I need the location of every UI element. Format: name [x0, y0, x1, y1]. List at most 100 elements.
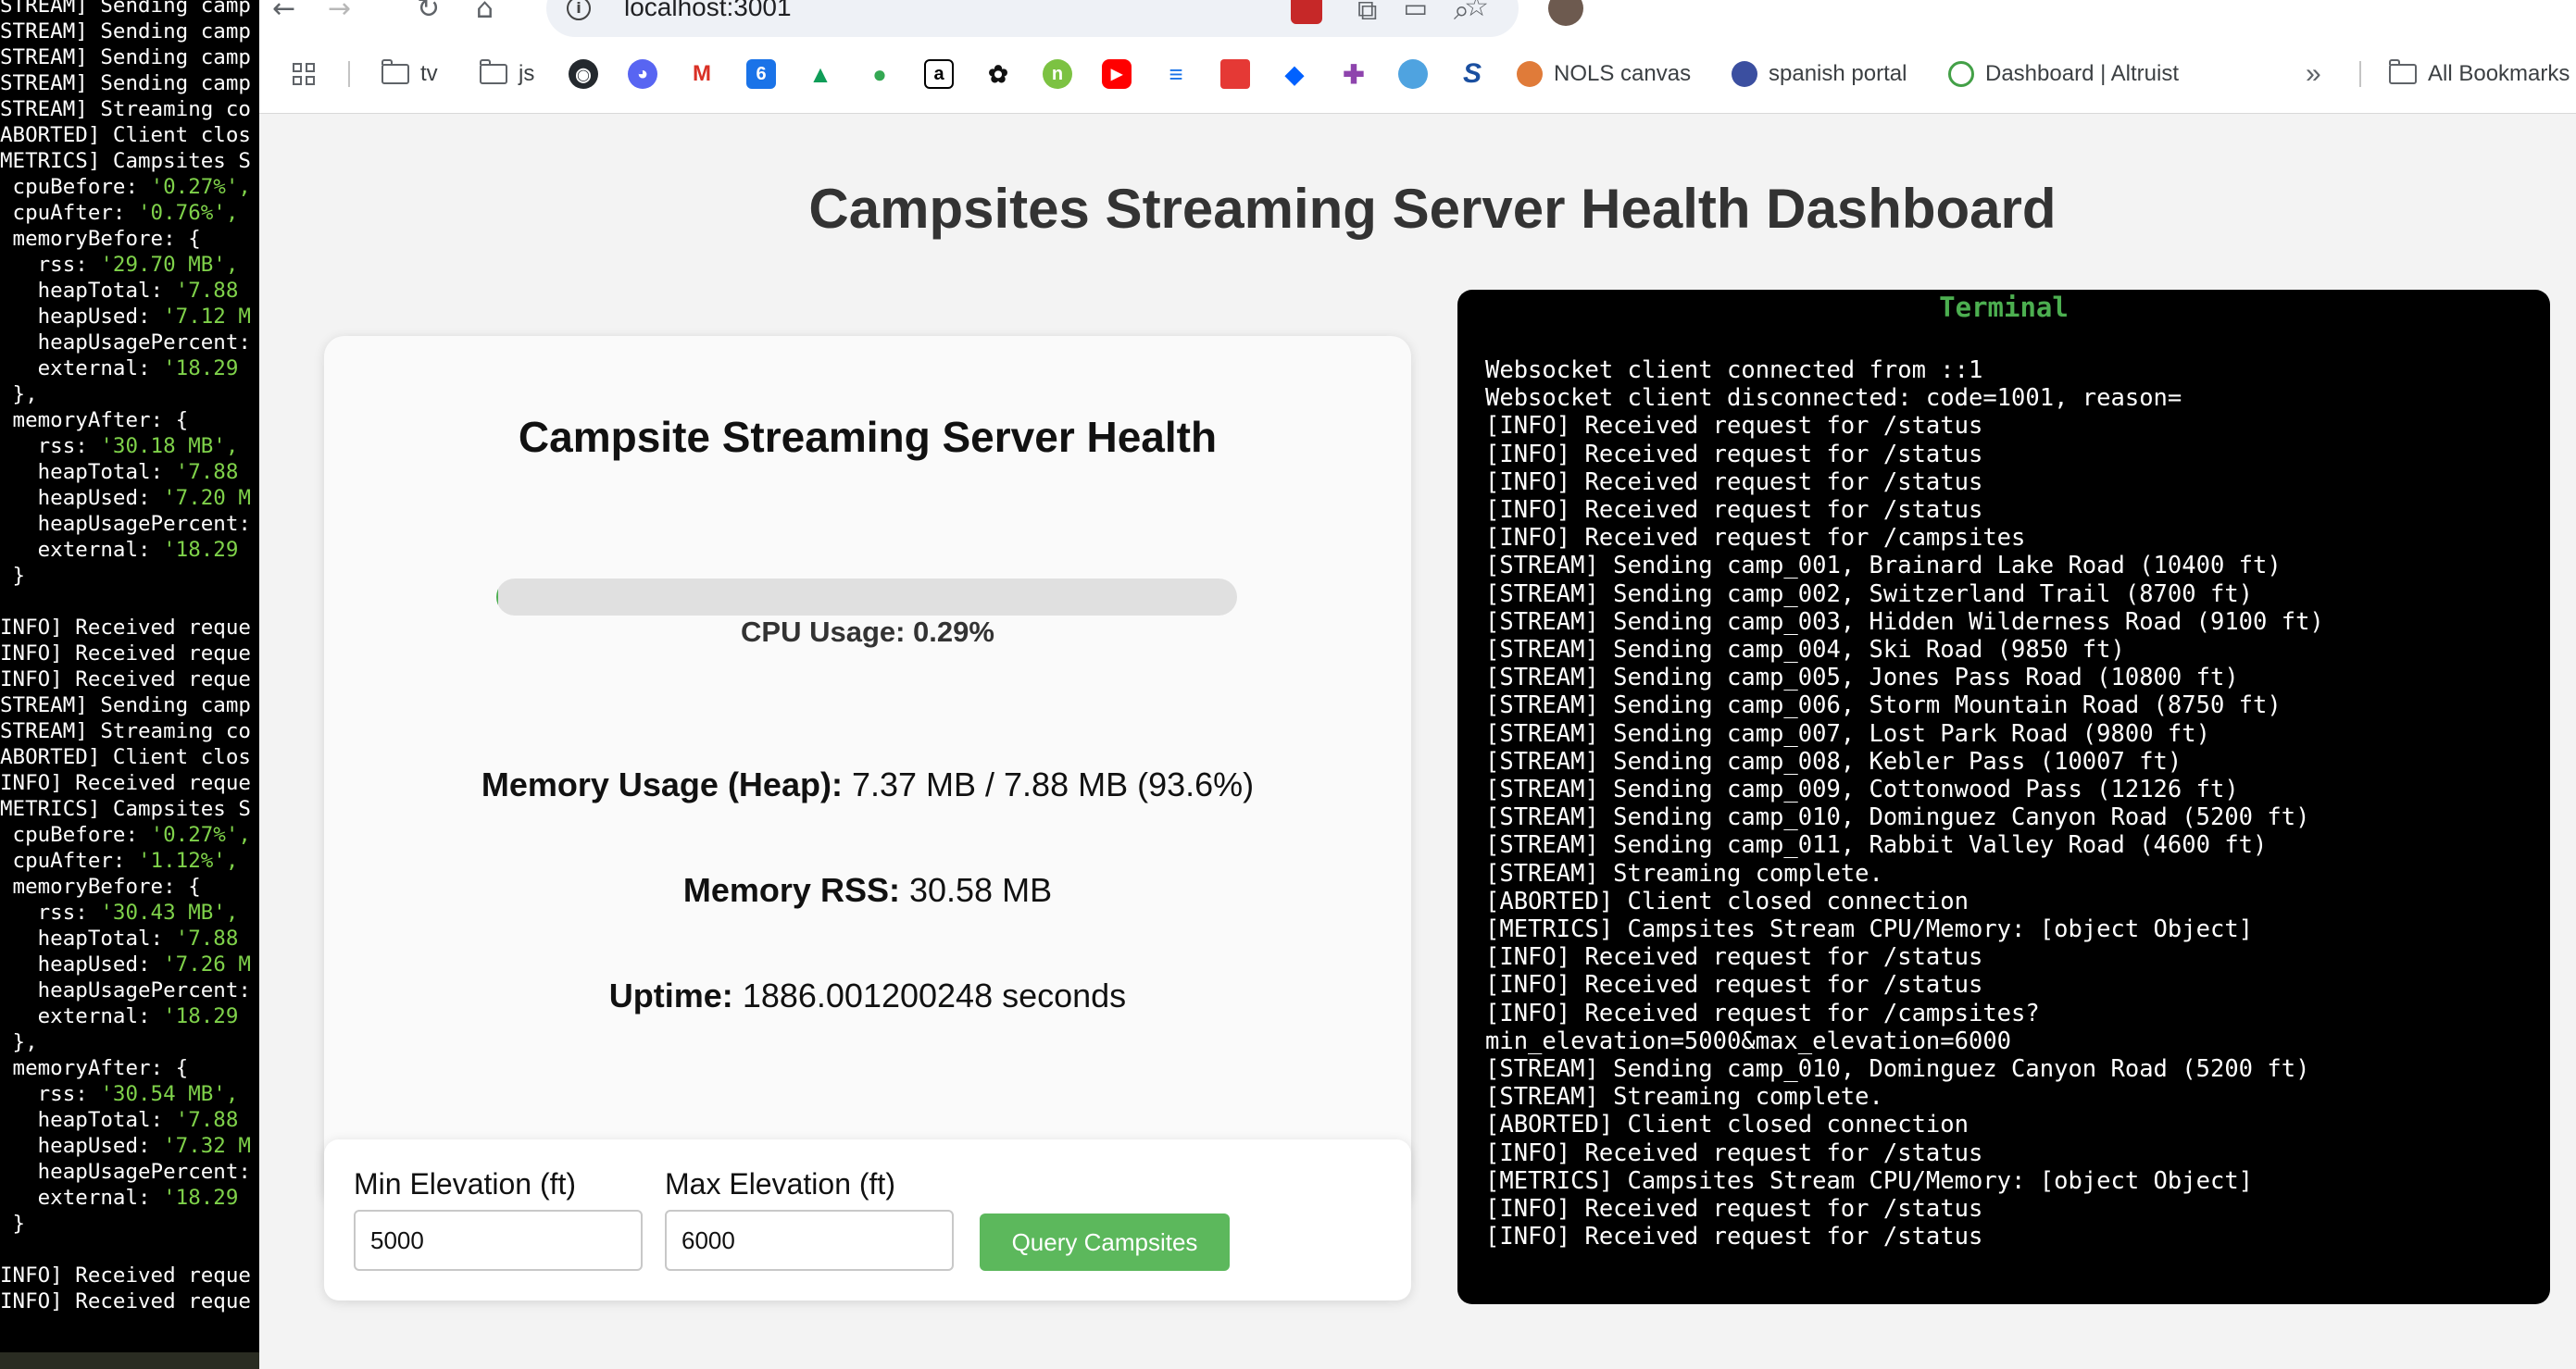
background-terminal-line: STREAM] Sending camp: [0, 71, 251, 95]
bookmark-altruist-dashboard[interactable]: Dashboard | Altruist: [1948, 52, 2179, 96]
background-terminal-line: },: [0, 1030, 38, 1054]
bookmark-label: tv: [420, 61, 438, 86]
background-terminal-line: memoryAfter: {: [0, 1056, 189, 1080]
terminal-line: [INFO] Received request for /status: [1485, 971, 1983, 1000]
terminal-line: [ABORTED] Client closed connection: [1485, 1111, 1969, 1139]
forward-icon[interactable]: →: [328, 0, 351, 25]
terminal-line: [INFO] Received request for /campsites?: [1485, 999, 2040, 1027]
background-terminal-line: cpuAfter: '0.76%',: [0, 201, 239, 225]
terminal-output: Websocket client connected from ::1 Webso…: [1485, 356, 2324, 1251]
background-terminal-line: INFO] Received reque: [0, 1289, 251, 1313]
cpu-usage-progress-fill: [496, 579, 499, 616]
memory-heap-label: Memory Usage (Heap):: [481, 765, 843, 803]
terminal-line: [INFO] Received request for /campsites: [1485, 524, 2026, 553]
background-terminal-line: rss: '29.70 MB',: [0, 253, 239, 277]
cpu-usage-progress-bar: [496, 579, 1237, 616]
background-terminal-line: cpuAfter: '1.12%',: [0, 849, 239, 873]
bookmark-all-bookmarks[interactable]: All Bookmarks: [2388, 52, 2570, 96]
reload-icon[interactable]: ↻: [417, 0, 440, 25]
background-terminal-line: external: '18.29: [0, 356, 239, 380]
background-terminal-string: '18.29: [163, 1186, 239, 1210]
background-terminal-line: heapUsagePercent:: [0, 330, 251, 355]
terminal-line: [STREAM] Sending camp_006, Storm Mountai…: [1485, 691, 2282, 720]
folder-icon: [479, 59, 507, 84]
background-terminal-string: '30.18 MB',: [100, 434, 239, 458]
newsblur-icon[interactable]: n: [1043, 59, 1072, 89]
terminal-line: Websocket client disconnected: code=1001…: [1485, 384, 2182, 413]
apps-grid-icon[interactable]: [293, 52, 315, 96]
background-terminal-line: ABORTED] Client clos: [0, 123, 251, 147]
site-info-icon[interactable]: i: [567, 0, 591, 20]
background-terminal-line: INFO] Received reque: [0, 667, 251, 691]
gmail-icon[interactable]: M: [687, 59, 717, 89]
google-maps-icon[interactable]: ●: [865, 59, 894, 89]
docs-icon[interactable]: ≡: [1161, 59, 1191, 89]
background-terminal-line: heapUsagePercent:: [0, 1160, 251, 1184]
github-icon[interactable]: ◉: [569, 59, 598, 89]
background-terminal-line: external: '18.29: [0, 1186, 239, 1210]
weather-icon[interactable]: [1398, 59, 1428, 89]
s-app-icon[interactable]: S: [1457, 58, 1487, 89]
home-icon[interactable]: ⌂: [476, 0, 494, 25]
discord-icon[interactable]: ◕: [628, 59, 657, 89]
terminal-line: [STREAM] Streaming complete.: [1485, 859, 1883, 888]
background-terminal-line: heapUsed: '7.26 M: [0, 952, 251, 977]
background-terminal-string: '7.32 M: [163, 1134, 251, 1158]
terminal-line: [INFO] Received request for /status: [1485, 943, 1983, 972]
address-bar-url[interactable]: localhost:3001: [624, 0, 792, 22]
amazon-icon[interactable]: a: [924, 59, 954, 89]
bookmark-folder-tv[interactable]: tv: [381, 52, 438, 96]
profile-avatar[interactable]: [1548, 0, 1583, 26]
background-terminal-string: '29.70 MB',: [100, 253, 239, 277]
calendar-icon[interactable]: 6: [746, 59, 776, 89]
background-terminal-line: STREAM] Streaming co: [0, 97, 251, 121]
terminal-line: [STREAM] Sending camp_009, Cottonwood Pa…: [1485, 776, 2239, 804]
background-terminal-line: heapUsed: '7.20 M: [0, 486, 251, 510]
max-elevation-input[interactable]: [665, 1210, 954, 1271]
extensions-puzzle-icon[interactable]: ⧉: [1357, 0, 1377, 27]
bookmark-label: spanish portal: [1769, 61, 1907, 86]
terminal-line: [INFO] Received request for /status: [1485, 412, 1983, 441]
search-tabs-icon[interactable]: ⌕: [1454, 0, 1469, 27]
background-terminal-line: METRICS] Campsites S: [0, 797, 251, 821]
terminal-line: [STREAM] Sending camp_007, Lost Park Roa…: [1485, 719, 2210, 748]
memory-rss-stat: Memory RSS: 30.58 MB: [324, 871, 1411, 910]
background-terminal-string: '7.20 M: [163, 486, 251, 510]
install-app-icon[interactable]: ▭: [1404, 0, 1428, 23]
more-bookmarks-chevron-icon[interactable]: »: [2306, 52, 2321, 96]
bookmarks-divider: [348, 61, 350, 87]
background-terminal-line: heapUsagePercent:: [0, 978, 251, 1002]
background-terminal-line: STREAM] Sending camp: [0, 0, 251, 18]
background-terminal-line: memoryAfter: {: [0, 408, 189, 432]
youtube-icon[interactable]: ▶: [1102, 59, 1132, 89]
terminal-line: [METRICS] Campsites Stream CPU/Memory: […: [1485, 1166, 2254, 1195]
bookmark-folder-js[interactable]: js: [479, 52, 534, 96]
background-terminal-line: external: '18.29: [0, 1004, 239, 1028]
query-campsites-button[interactable]: Query Campsites: [980, 1213, 1230, 1271]
bookmark-label: All Bookmarks: [2428, 61, 2570, 86]
min-elevation-input[interactable]: [354, 1210, 643, 1271]
background-terminal-string: '0.27%',: [150, 823, 251, 847]
server-health-card: Campsite Streaming Server Health CPU Usa…: [324, 336, 1411, 1208]
bookmarks-divider: [2359, 61, 2361, 87]
background-terminal-string: '7.26 M: [163, 952, 251, 977]
health-card-title: Campsite Streaming Server Health: [518, 413, 1218, 461]
background-terminal-line: ABORTED] Client clos: [0, 745, 251, 769]
slack-icon[interactable]: ✚: [1339, 59, 1369, 89]
bookmark-spanish-portal[interactable]: spanish portal: [1732, 52, 1907, 96]
background-terminal-line: heapUsagePercent:: [0, 512, 251, 536]
background-terminal-line: STREAM] Streaming co: [0, 719, 251, 743]
background-terminal-line: heapUsed: '7.12 M: [0, 305, 251, 329]
back-icon[interactable]: ←: [272, 0, 295, 25]
background-terminal-line: INFO] Received reque: [0, 616, 251, 640]
background-terminal-line: cpuBefore: '0.27%',: [0, 823, 251, 847]
terminal-line: [ABORTED] Client closed connection: [1485, 887, 1969, 915]
dropbox-icon[interactable]: ◆: [1280, 59, 1309, 89]
background-terminal-line: heapTotal: '7.88: [0, 1108, 239, 1132]
google-drive-icon[interactable]: ▲: [806, 59, 835, 89]
pocket-icon[interactable]: [1220, 59, 1250, 89]
extension-icon[interactable]: [1291, 0, 1322, 24]
uptime-value: 1886.001200248 seconds: [742, 977, 1127, 1014]
bookmark-nols-canvas[interactable]: NOLS canvas: [1517, 52, 1691, 96]
openai-icon[interactable]: ✿: [983, 59, 1013, 89]
